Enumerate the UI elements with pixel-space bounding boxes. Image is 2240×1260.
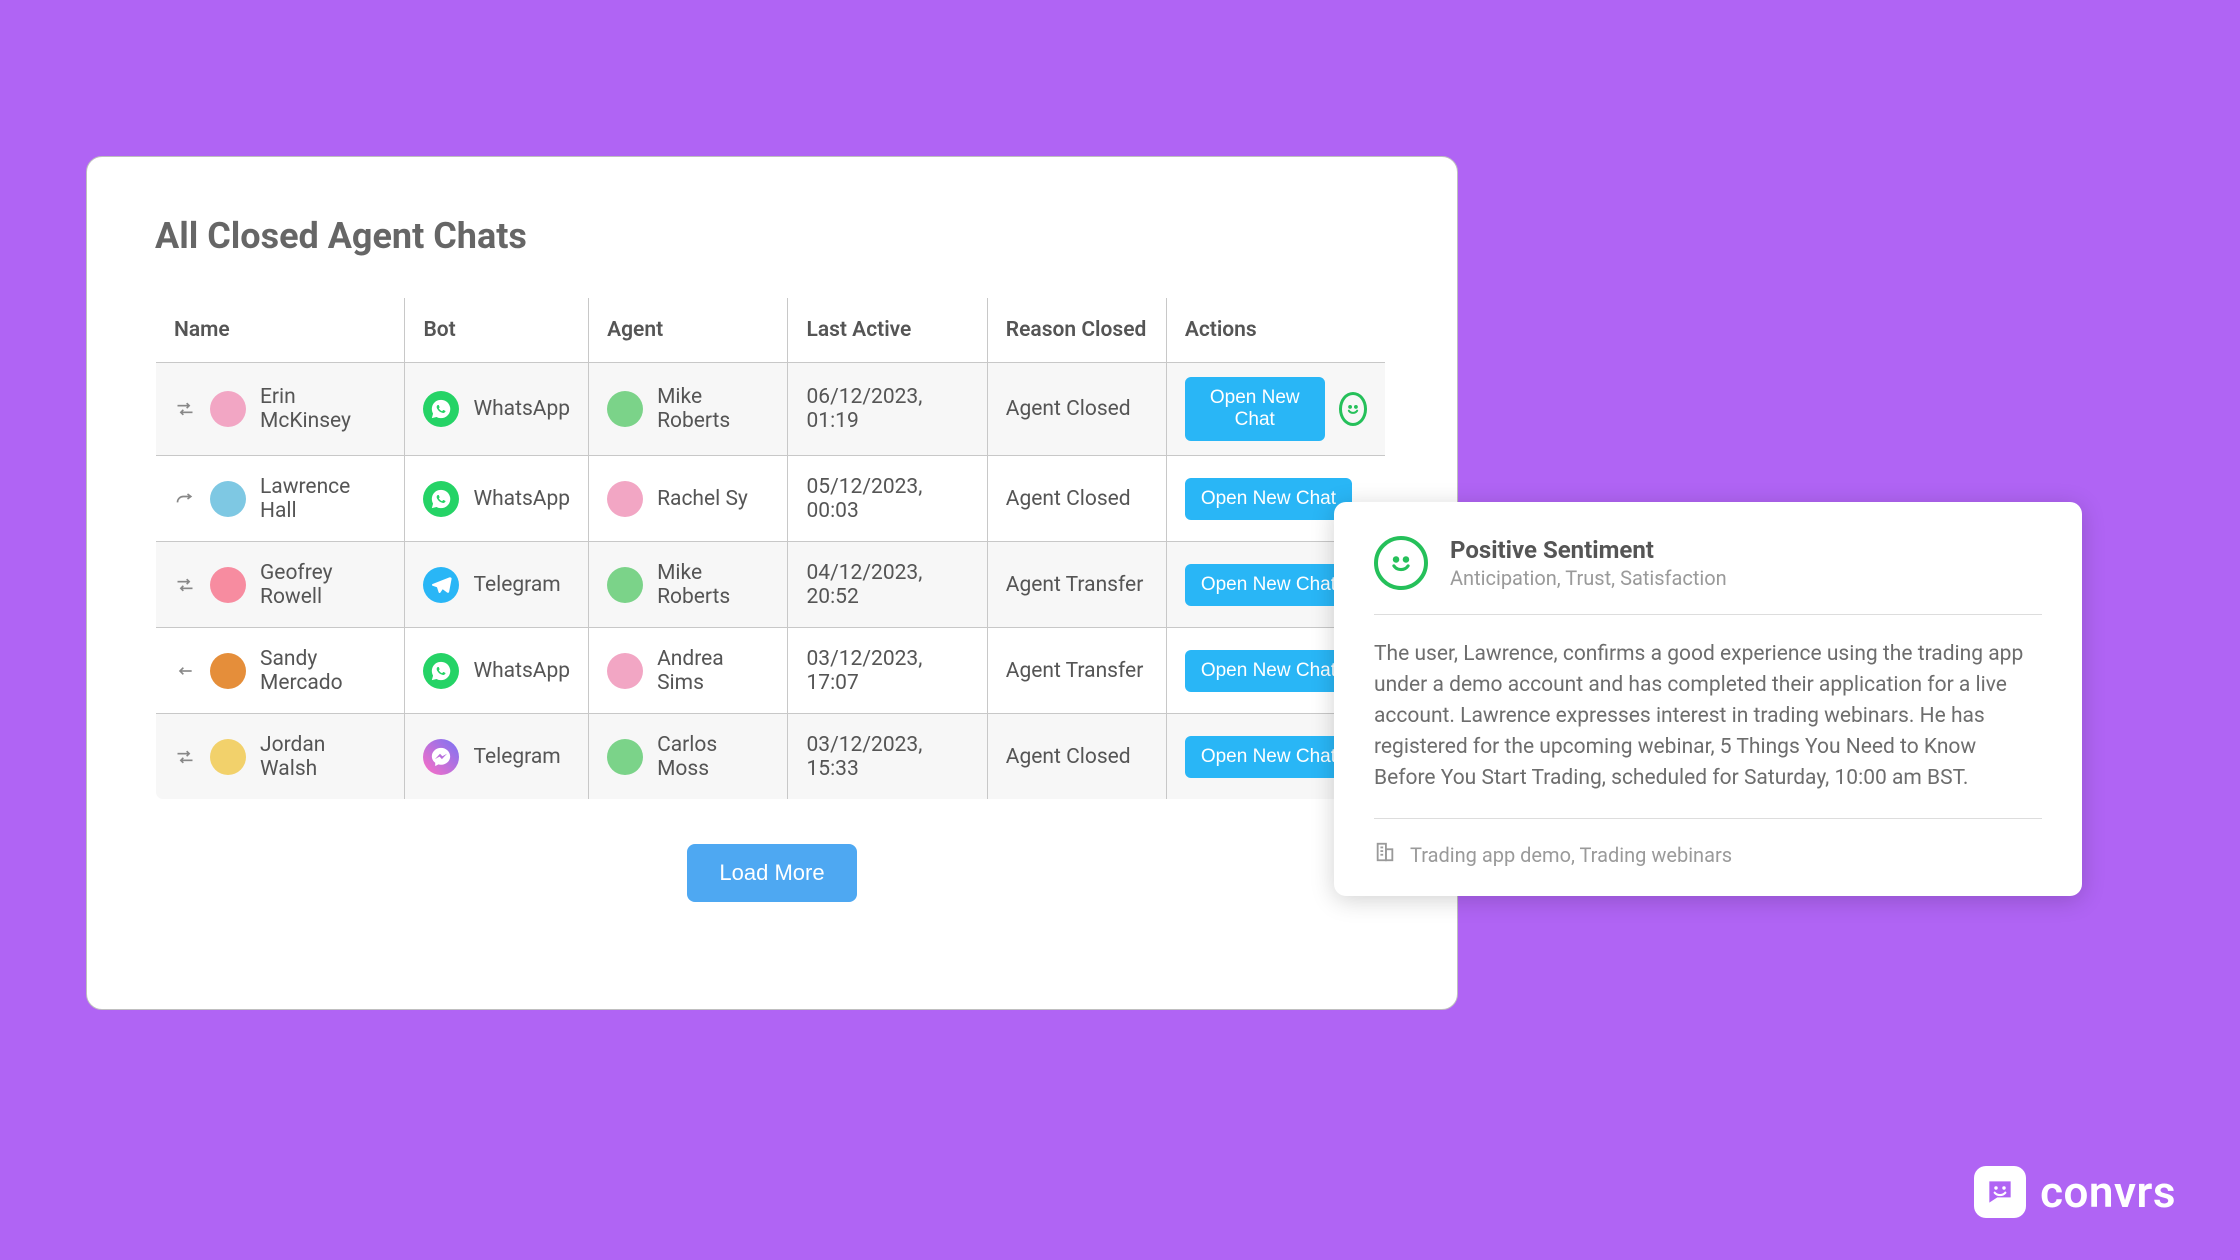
open-new-chat-button[interactable]: Open New Chat (1185, 650, 1352, 692)
agent-name: Mike Roberts (657, 561, 769, 609)
user-name: Geofrey Rowell (260, 561, 386, 609)
agent-name: Andrea Sims (657, 647, 769, 695)
messenger-icon (423, 739, 459, 775)
reason-closed: Agent Closed (987, 456, 1166, 542)
col-name: Name (156, 298, 405, 363)
last-active: 06/12/2023, 01:19 (788, 363, 987, 456)
user-avatar (210, 653, 246, 689)
brand-name: convrs (2040, 1166, 2176, 1218)
back-icon (174, 660, 196, 682)
brand-icon (1974, 1166, 2026, 1218)
shuffle-icon (174, 746, 196, 768)
reason-closed: Agent Transfer (987, 542, 1166, 628)
agent-avatar (607, 567, 643, 603)
agent-name: Mike Roberts (657, 385, 769, 433)
building-icon (1374, 841, 1396, 868)
sentiment-title: Positive Sentiment (1450, 536, 1727, 564)
table-header-row: Name Bot Agent Last Active Reason Closed… (156, 298, 1386, 363)
agent-name: Carlos Moss (657, 733, 769, 781)
forward-icon (174, 488, 196, 510)
divider (1374, 614, 2042, 615)
table-row[interactable]: Geofrey Rowell Telegram Mike Roberts 04/… (156, 542, 1386, 628)
user-avatar (210, 481, 246, 517)
sentiment-subtitle: Anticipation, Trust, Satisfaction (1450, 566, 1727, 590)
shuffle-icon (174, 398, 196, 420)
shuffle-icon (174, 574, 196, 596)
open-new-chat-button[interactable]: Open New Chat (1185, 377, 1325, 441)
agent-avatar (607, 481, 643, 517)
open-new-chat-button[interactable]: Open New Chat (1185, 478, 1352, 520)
last-active: 03/12/2023, 17:07 (788, 628, 987, 714)
open-new-chat-button[interactable]: Open New Chat (1185, 736, 1352, 778)
open-new-chat-button[interactable]: Open New Chat (1185, 564, 1352, 606)
bot-name: WhatsApp (473, 487, 570, 511)
agent-name: Rachel Sy (657, 487, 748, 511)
bot-name: Telegram (473, 573, 560, 597)
col-reason: Reason Closed (987, 298, 1166, 363)
whatsapp-icon (423, 653, 459, 689)
agent-avatar (607, 739, 643, 775)
agent-avatar (607, 653, 643, 689)
user-avatar (210, 567, 246, 603)
reason-closed: Agent Closed (987, 714, 1166, 800)
bot-name: WhatsApp (473, 659, 570, 683)
sentiment-popover: Positive Sentiment Anticipation, Trust, … (1334, 502, 2082, 896)
whatsapp-icon (423, 481, 459, 517)
closed-chats-panel: All Closed Agent Chats Name Bot Agent La… (86, 156, 1458, 1010)
whatsapp-icon (423, 391, 459, 427)
user-name: Jordan Walsh (260, 733, 386, 781)
sentiment-body: The user, Lawrence, confirms a good expe… (1374, 639, 2042, 794)
last-active: 03/12/2023, 15:33 (788, 714, 987, 800)
col-agent: Agent (589, 298, 788, 363)
agent-avatar (607, 391, 643, 427)
bot-name: WhatsApp (473, 397, 570, 421)
reason-closed: Agent Transfer (987, 628, 1166, 714)
closed-chats-table: Name Bot Agent Last Active Reason Closed… (155, 297, 1386, 800)
last-active: 05/12/2023, 00:03 (788, 456, 987, 542)
user-name: Erin McKinsey (260, 385, 386, 433)
reason-closed: Agent Closed (987, 363, 1166, 456)
page-title: All Closed Agent Chats (155, 215, 1389, 257)
table-row[interactable]: Erin McKinsey WhatsApp Mike Roberts 06/1… (156, 363, 1386, 456)
table-row[interactable]: Sandy Mercado WhatsApp Andrea Sims 03/12… (156, 628, 1386, 714)
sentiment-tags: Trading app demo, Trading webinars (1410, 843, 1732, 867)
telegram-icon (423, 567, 459, 603)
user-name: Sandy Mercado (260, 647, 386, 695)
col-last-active: Last Active (788, 298, 987, 363)
brand-logo: convrs (1974, 1166, 2176, 1218)
sentiment-badge[interactable] (1339, 392, 1367, 426)
smiley-icon (1374, 536, 1428, 590)
table-row[interactable]: Lawrence Hall WhatsApp Rachel Sy 05/12/2… (156, 456, 1386, 542)
load-more-button[interactable]: Load More (687, 844, 856, 902)
col-bot: Bot (405, 298, 589, 363)
user-avatar (210, 739, 246, 775)
table-row[interactable]: Jordan Walsh Telegram Carlos Moss 03/12/… (156, 714, 1386, 800)
user-name: Lawrence Hall (260, 475, 386, 523)
user-avatar (210, 391, 246, 427)
last-active: 04/12/2023, 20:52 (788, 542, 987, 628)
bot-name: Telegram (473, 745, 560, 769)
col-actions: Actions (1166, 298, 1385, 363)
